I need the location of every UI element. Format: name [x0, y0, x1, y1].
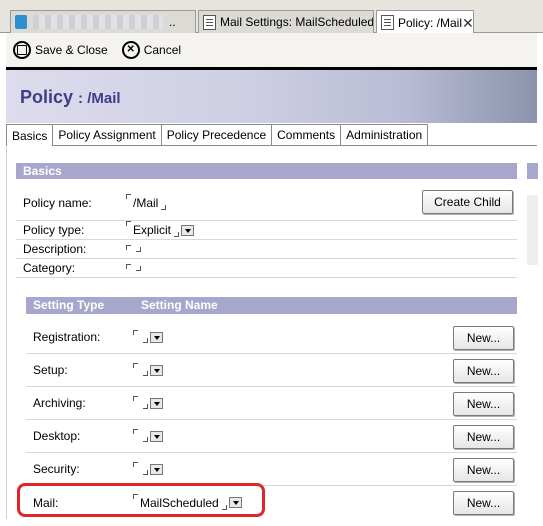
page-title: Policy : /Mail	[20, 87, 121, 107]
side-panel-header	[527, 163, 538, 179]
tab-policy-precedence[interactable]: Policy Precedence	[161, 124, 273, 145]
setting-type-label: Desktop:	[33, 429, 81, 443]
setting-name-field[interactable]	[133, 461, 163, 475]
setting-dropdown[interactable]	[150, 364, 163, 376]
setting-type-label: Archiving:	[33, 396, 86, 410]
new-registration-button[interactable]: New...	[453, 326, 514, 350]
tab-basics[interactable]: Basics	[6, 124, 54, 146]
setting-row-setup: Setup:	[26, 354, 517, 387]
setting-dropdown[interactable]	[150, 331, 163, 343]
redacted-tab-label	[33, 15, 163, 29]
setting-type-label: Mail:	[33, 495, 59, 510]
new-mail-button[interactable]: New...	[453, 491, 514, 515]
action-toolbar: Save & Close ✕ Cancel	[6, 33, 537, 67]
basics-panel: Basics Policy name: /Mail Create Child P…	[6, 147, 538, 519]
category-row: Category:	[16, 259, 517, 278]
save-close-label: Save & Close	[35, 43, 108, 57]
close-icon[interactable]: ✕	[462, 16, 473, 30]
description-field[interactable]	[126, 244, 141, 252]
tab-administration[interactable]: Administration	[341, 124, 429, 145]
policy-name-field[interactable]: /Mail	[126, 193, 167, 210]
setting-dropdown[interactable]	[228, 497, 242, 508]
setting-dropdown[interactable]	[150, 397, 163, 409]
setting-row-security: Security:	[26, 453, 517, 486]
create-child-button[interactable]: Create Child	[422, 190, 513, 214]
window-tab-home[interactable]: ..	[10, 10, 196, 33]
cancel-x-icon: ✕	[121, 41, 140, 59]
setting-name-field[interactable]	[133, 329, 163, 343]
setting-type-label: Security:	[33, 462, 80, 476]
setting-name-field[interactable]	[133, 395, 163, 409]
new-archiving-button[interactable]: New...	[453, 392, 514, 416]
field-label: Policy name:	[23, 195, 92, 210]
description-row: Description:	[16, 240, 517, 259]
column-header-setting-name: Setting Name	[141, 298, 218, 312]
new-security-button[interactable]: New...	[453, 458, 514, 482]
setting-row-registration: Registration:	[26, 321, 517, 354]
tab-comments[interactable]: Comments	[272, 124, 342, 145]
side-panel	[527, 195, 538, 265]
tab-policy-assignment[interactable]: Policy Assignment	[53, 124, 162, 145]
setting-row-mail: Mail: MailScheduled	[26, 486, 517, 519]
save-close-button[interactable]: Save & Close	[13, 41, 108, 59]
policy-type-row: Policy type: Explicit	[16, 221, 517, 240]
policy-type-dropdown[interactable]	[181, 224, 195, 236]
cancel-label: Cancel	[143, 43, 182, 57]
save-icon	[13, 41, 31, 59]
policy-name-value: /Mail	[133, 195, 159, 210]
window-tab-bar: .. Mail Settings: MailScheduled ✕ Policy…	[0, 0, 543, 34]
policy-tab-strip: Basics Policy Assignment Policy Preceden…	[6, 124, 537, 146]
window-tab-label: Policy: /Mail	[398, 15, 463, 30]
document-icon	[381, 15, 394, 30]
setting-dropdown[interactable]	[150, 463, 163, 475]
document-icon	[203, 14, 216, 30]
window-tab-policy[interactable]: Policy: /Mail ✕	[376, 10, 474, 34]
setting-name-field[interactable]	[133, 428, 163, 442]
setting-type-label: Setup:	[33, 363, 68, 377]
settings-table-header: Setting Type Setting Name	[26, 297, 517, 314]
basics-section-header: Basics	[16, 163, 517, 179]
window-tab-label: Mail Settings: MailScheduled	[220, 15, 374, 29]
setting-type-label: Registration:	[33, 330, 101, 344]
field-label: Category:	[23, 261, 76, 275]
new-setup-button[interactable]: New...	[453, 359, 514, 383]
window-tab-mail-settings[interactable]: Mail Settings: MailScheduled ✕	[198, 10, 374, 33]
category-field[interactable]	[126, 263, 141, 271]
policy-banner: Policy : /Mail	[6, 67, 537, 123]
setting-row-archiving: Archiving:	[26, 387, 517, 420]
app-home-icon	[15, 15, 27, 29]
setting-name-field[interactable]: MailScheduled	[133, 493, 242, 510]
setting-dropdown[interactable]	[150, 430, 163, 442]
field-label: Policy type:	[23, 223, 85, 237]
setting-row-desktop: Desktop:	[26, 420, 517, 453]
mail-setting-value: MailScheduled	[140, 495, 219, 510]
policy-type-value: Explicit	[133, 223, 172, 237]
cancel-button[interactable]: ✕ Cancel	[121, 41, 182, 59]
field-label: Description:	[23, 242, 87, 256]
setting-name-field[interactable]	[133, 362, 163, 376]
page-subtitle: : /Mail	[78, 90, 121, 107]
new-desktop-button[interactable]: New...	[453, 425, 514, 449]
policy-type-field[interactable]: Explicit	[126, 221, 195, 237]
column-header-setting-type: Setting Type	[33, 298, 105, 312]
